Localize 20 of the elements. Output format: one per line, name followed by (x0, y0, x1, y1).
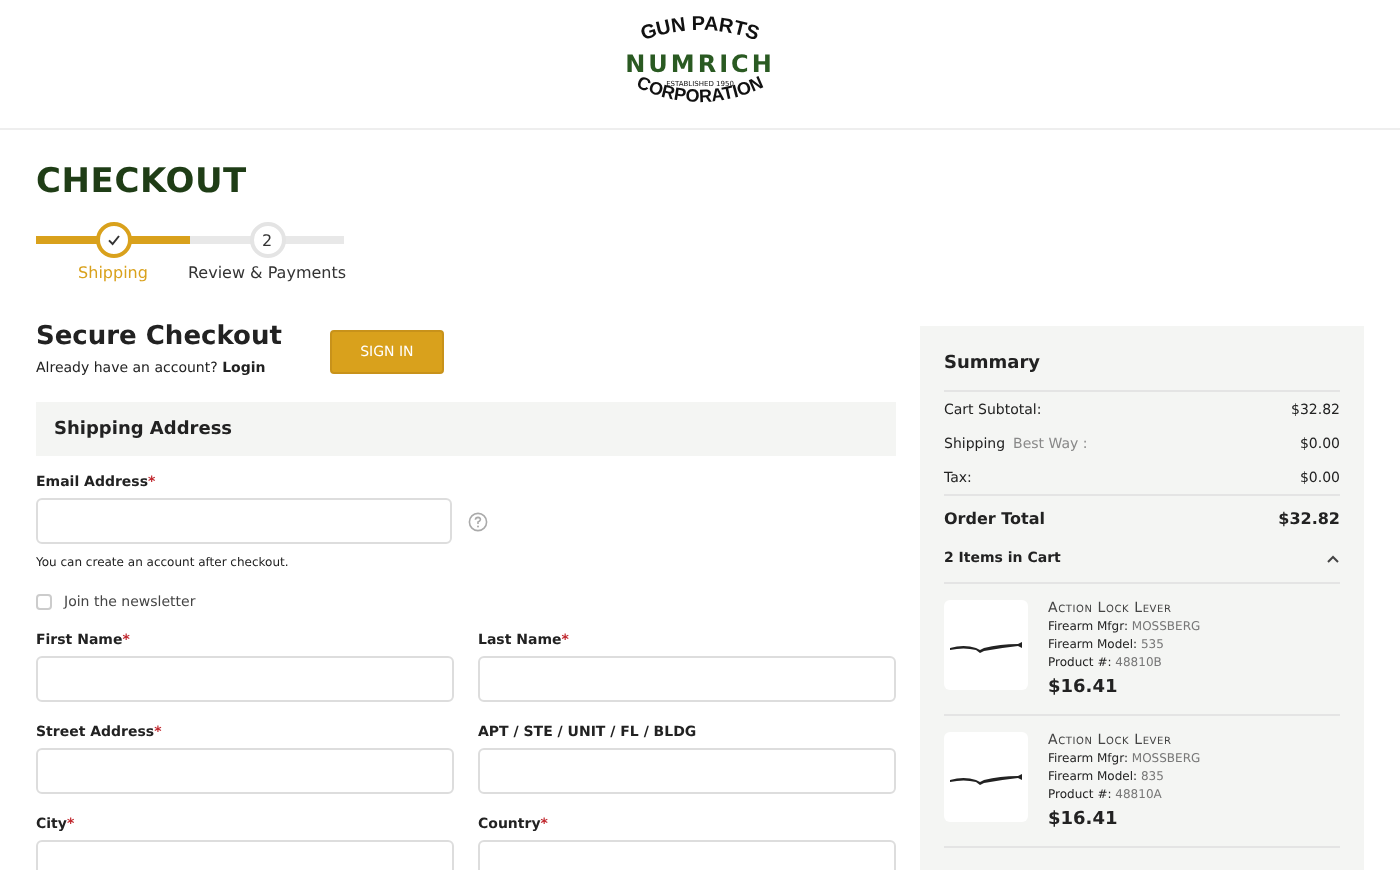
chevron-up-icon[interactable] (1326, 553, 1340, 563)
help-icon[interactable] (468, 511, 488, 531)
text-input[interactable] (36, 748, 454, 794)
section-header: Shipping Address (36, 402, 896, 456)
text-input[interactable] (478, 656, 896, 702)
secure-checkout-heading: Secure Checkout (36, 322, 282, 352)
summary-heading: Summary (944, 346, 1340, 392)
step-number: 2 (249, 222, 285, 258)
lever-part-icon (948, 637, 1024, 653)
lever-part-icon (948, 769, 1024, 785)
total-value: $32.82 (1278, 510, 1340, 528)
text-input[interactable] (36, 656, 454, 702)
product-price: $16.41 (1048, 810, 1120, 830)
step-label[interactable]: Review & Payments (187, 264, 347, 282)
product-price: $16.41 (1048, 678, 1120, 698)
email-input[interactable] (36, 498, 452, 544)
page-title: CHECKOUT (36, 162, 249, 202)
newsletter-checkbox[interactable] (36, 594, 52, 610)
total-label: Order Total (944, 510, 1045, 528)
text-input[interactable] (478, 748, 896, 794)
